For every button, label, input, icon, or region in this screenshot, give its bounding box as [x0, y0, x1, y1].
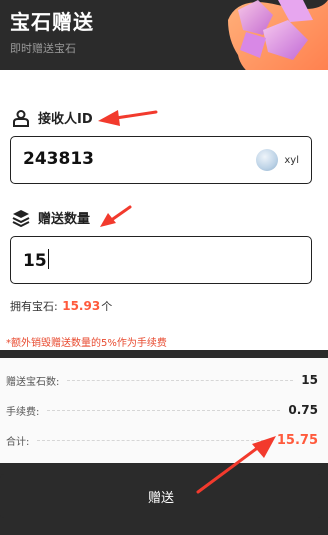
receiver-user-chip: xyl [256, 149, 299, 171]
fee-notice: *额外销毁赠送数量的5%作为手续费 [6, 338, 167, 349]
balance-label: 拥有宝石: [10, 300, 58, 313]
annotation-arrow-icon [98, 110, 158, 126]
receiver-username: xyl [284, 154, 299, 166]
balance-line: 拥有宝石: 15.93个 [10, 298, 112, 314]
summary-row-fee: 手续费: 0.75 [6, 400, 318, 420]
balance-value: 15.93 [62, 299, 101, 313]
summary-value: 15 [301, 373, 318, 387]
page-title: 宝石赠送 [10, 10, 94, 34]
quantity-value: 15 [23, 249, 50, 271]
avatar [256, 149, 279, 171]
amount-label-text: 赠送数量 [38, 212, 91, 227]
summary-label: 赠送宝石数: [6, 376, 60, 388]
page-subtitle: 即时赠送宝石 [10, 42, 76, 55]
amount-label: 赠送数量 [12, 208, 90, 227]
quantity-input[interactable]: 15 [10, 236, 312, 284]
annotation-arrow-icon [196, 436, 276, 494]
header: 宝石赠送 即时赠送宝石 [0, 0, 328, 90]
summary-value: 0.75 [288, 403, 318, 417]
summary-total-value: 15.75 [276, 432, 318, 448]
layers-icon [12, 209, 30, 227]
gift-form-card: 接收人ID 243813 xyl 赠送数量 15 拥有宝石: 15.93个 [0, 70, 328, 350]
receiver-label: 接收人ID [12, 108, 93, 127]
summary-label: 合计: [6, 436, 30, 448]
receiver-id-input[interactable]: 243813 xyl [10, 136, 312, 184]
receiver-label-text: 接收人ID [38, 112, 93, 127]
annotation-arrow-icon [100, 205, 132, 227]
receiver-id-value: 243813 [23, 149, 94, 169]
person-icon [13, 109, 29, 127]
summary-label: 手续费: [6, 406, 40, 418]
summary-row-gift: 赠送宝石数: 15 [6, 370, 318, 390]
balance-unit: 个 [101, 300, 113, 313]
